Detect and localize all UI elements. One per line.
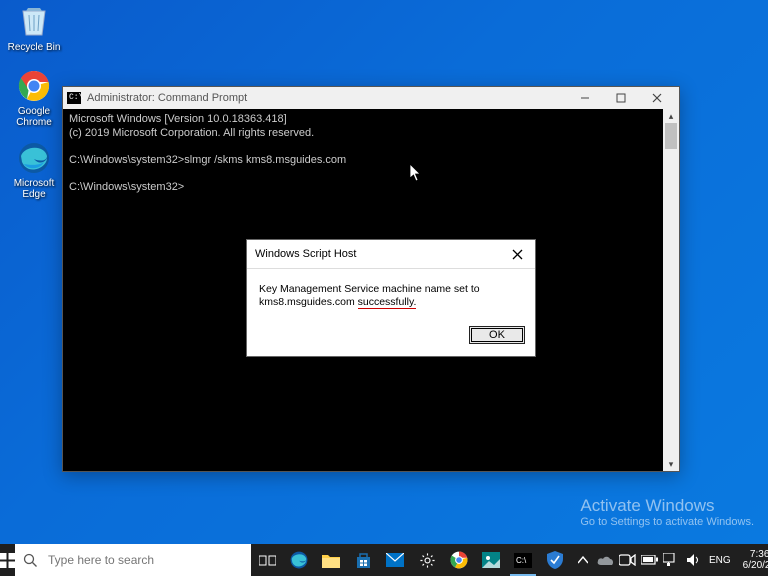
watermark-subtitle: Go to Settings to activate Windows. <box>580 516 754 528</box>
dialog-titlebar[interactable]: Windows Script Host <box>247 240 535 269</box>
tray-clock[interactable]: 7:36 PM 6/20/2021 <box>737 549 768 571</box>
search-icon <box>23 553 38 568</box>
desktop-icon-label: Microsoft Edge <box>6 178 62 200</box>
tray-network-icon[interactable] <box>661 544 681 576</box>
minimize-button[interactable] <box>567 87 603 109</box>
taskbar-app-store[interactable] <box>347 544 379 576</box>
taskbar-search[interactable] <box>15 544 251 576</box>
tray-meet-now-icon[interactable] <box>617 544 637 576</box>
dialog-title: Windows Script Host <box>255 248 356 260</box>
taskbar-app-security[interactable] <box>539 544 571 576</box>
scroll-up-icon[interactable]: ▴ <box>663 109 679 123</box>
edge-icon <box>16 140 52 176</box>
taskbar-app-explorer[interactable] <box>315 544 347 576</box>
window-title: Administrator: Command Prompt <box>87 92 247 104</box>
scroll-track[interactable] <box>663 123 679 457</box>
window-titlebar[interactable]: C:\ Administrator: Command Prompt <box>63 87 679 109</box>
taskbar: C:\ ENG <box>0 544 768 576</box>
tray-volume-icon[interactable] <box>683 544 703 576</box>
script-host-dialog: Windows Script Host Key Management Servi… <box>246 239 536 357</box>
search-input[interactable] <box>48 553 243 567</box>
taskbar-app-mail[interactable] <box>379 544 411 576</box>
tray-time: 7:36 PM <box>743 549 768 560</box>
recycle-bin-icon <box>16 4 52 40</box>
activate-windows-watermark: Activate Windows Go to Settings to activ… <box>580 496 754 528</box>
start-button[interactable] <box>0 544 15 576</box>
maximize-button[interactable] <box>603 87 639 109</box>
desktop-icon-chrome[interactable]: Google Chrome <box>6 68 62 128</box>
desktop: Recycle Bin Google Chrome Microsoft Edge… <box>0 0 768 576</box>
ok-button[interactable]: OK <box>469 326 525 344</box>
system-tray: ENG 7:36 PM 6/20/2021 <box>571 544 768 576</box>
taskbar-app-edge[interactable] <box>283 544 315 576</box>
tray-onedrive-icon[interactable] <box>595 544 615 576</box>
scroll-down-icon[interactable]: ▾ <box>663 457 679 471</box>
taskbar-app-photos[interactable] <box>475 544 507 576</box>
tray-date: 6/20/2021 <box>743 560 768 571</box>
dialog-close-button[interactable] <box>507 246 527 262</box>
tray-show-hidden-icon[interactable] <box>573 544 593 576</box>
svg-text:C:\: C:\ <box>516 556 527 565</box>
watermark-title: Activate Windows <box>580 496 754 516</box>
taskbar-app-chrome[interactable] <box>443 544 475 576</box>
taskbar-app-cmd[interactable]: C:\ <box>507 544 539 576</box>
tray-battery-icon[interactable] <box>639 544 659 576</box>
tray-language[interactable]: ENG <box>705 555 735 566</box>
chrome-icon <box>16 68 52 104</box>
desktop-icon-label: Recycle Bin <box>6 42 62 53</box>
desktop-icon-recycle-bin[interactable]: Recycle Bin <box>6 4 62 53</box>
scroll-thumb[interactable] <box>665 123 677 149</box>
cmd-icon: C:\ <box>67 92 81 104</box>
dialog-message: Key Management Service machine name set … <box>247 269 535 319</box>
close-button[interactable] <box>639 87 675 109</box>
taskbar-app-settings[interactable] <box>411 544 443 576</box>
task-view-button[interactable] <box>251 544 283 576</box>
desktop-icon-edge[interactable]: Microsoft Edge <box>6 140 62 200</box>
desktop-icon-label: Google Chrome <box>6 106 62 128</box>
scrollbar[interactable]: ▴ ▾ <box>663 109 679 471</box>
